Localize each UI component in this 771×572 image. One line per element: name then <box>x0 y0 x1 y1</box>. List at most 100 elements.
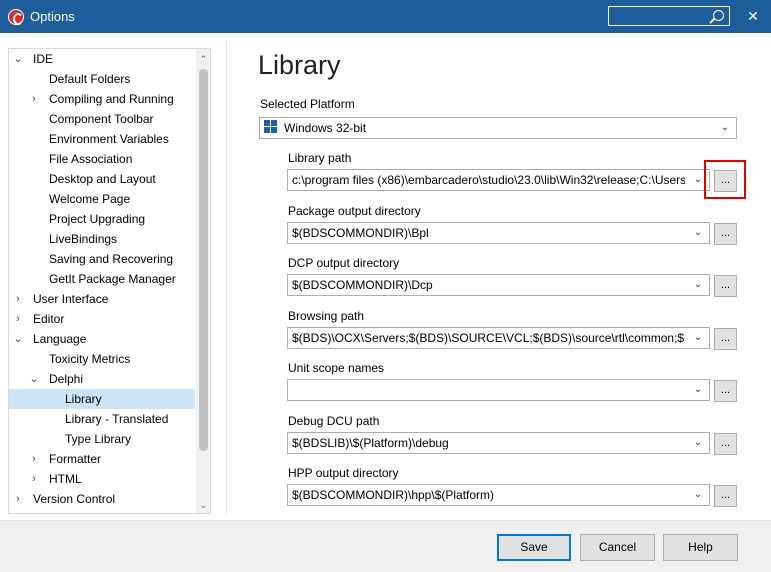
tree-item[interactable]: › User Interface <box>9 289 195 309</box>
tree-item[interactable]: ⌄ IDE <box>9 49 195 69</box>
chevron-down-icon[interactable]: ⌄ <box>13 329 23 349</box>
tree-item-label: Project Upgrading <box>49 212 146 226</box>
page-title: Library <box>258 50 341 80</box>
tree-item-label: GetIt Package Manager <box>49 272 176 286</box>
chevron-down-icon[interactable]: ⌄ <box>13 49 23 69</box>
dcp-output-directory-value[interactable]: $(BDSCOMMONDIR)\Dcp <box>292 275 685 295</box>
title-bar: Options ✕ <box>0 0 771 33</box>
tree-item[interactable]: Environment Variables <box>9 129 195 149</box>
dcp-output-directory-label: DCP output directory <box>288 256 400 270</box>
chevron-right-icon[interactable]: › <box>13 309 23 329</box>
dcp-output-directory-browse-button[interactable]: ... <box>714 275 737 297</box>
close-icon[interactable]: ✕ <box>742 5 764 27</box>
chevron-down-icon[interactable]: ⌄ <box>29 369 39 389</box>
chevron-right-icon[interactable]: › <box>13 489 23 509</box>
tree-item[interactable]: Library <box>9 389 195 409</box>
tree-item[interactable]: › Version Control <box>9 489 195 509</box>
chevron-down-icon[interactable]: ⌄ <box>691 380 705 400</box>
unit-scope-names-combo[interactable]: ⌄ <box>287 379 710 401</box>
tree-item-label: Formatter <box>49 452 102 466</box>
tree-item[interactable]: › Editor <box>9 309 195 329</box>
tree-item-label: Default Folders <box>49 72 131 86</box>
browsing-path-value[interactable]: $(BDS)\OCX\Servers;$(BDS)\SOURCE\VCL;$(B… <box>292 328 685 348</box>
tree-item[interactable]: Saving and Recovering <box>9 249 195 269</box>
chevron-down-icon[interactable]: ⌄ <box>691 327 705 348</box>
chevron-right-icon[interactable]: › <box>13 289 23 309</box>
tree-item-label: User Interface <box>33 292 109 306</box>
search-icon[interactable] <box>713 10 724 21</box>
tree-item[interactable]: › HTML <box>9 469 195 489</box>
tree-item[interactable]: Default Folders <box>9 69 195 89</box>
tree-item-label: Welcome Page <box>49 192 131 206</box>
chevron-down-icon[interactable]: ⌄ <box>691 222 705 243</box>
tree-item-label: IDE <box>33 52 54 66</box>
tree-item[interactable]: › Compiling and Running <box>9 89 195 109</box>
chevron-down-icon[interactable]: ⌄ <box>691 485 705 505</box>
tree-item[interactable]: ⌄ Language <box>9 329 195 349</box>
platform-value: Windows 32-bit <box>284 121 367 135</box>
tree-item-label: HTML <box>49 472 82 486</box>
tree-item-label: File Association <box>49 152 133 166</box>
options-search-input[interactable] <box>608 6 730 26</box>
tree-item[interactable]: File Association <box>9 149 195 169</box>
dialog-footer: Save Cancel Help <box>0 520 771 572</box>
chevron-down-icon[interactable]: ⌄ <box>691 170 705 190</box>
tree-item[interactable]: LiveBindings <box>9 229 195 249</box>
platform-select[interactable]: Windows 32-bit ⌄ <box>259 117 737 139</box>
package-output-directory-combo[interactable]: $(BDSCOMMONDIR)\Bpl ⌄ <box>287 221 710 244</box>
tree-item[interactable]: GetIt Package Manager <box>9 269 195 289</box>
cancel-button[interactable]: Cancel <box>580 534 655 561</box>
browsing-path-combo[interactable]: $(BDS)\OCX\Servers;$(BDS)\SOURCE\VCL;$(B… <box>287 326 710 349</box>
highlight-annotation <box>704 160 746 199</box>
debug-dcu-path-value[interactable]: $(BDSLIB)\$(Platform)\debug <box>292 433 685 453</box>
help-button[interactable]: Help <box>663 534 738 561</box>
library-path-value[interactable]: c:\program files (x86)\embarcadero\studi… <box>292 170 685 190</box>
dcp-output-directory-combo[interactable]: $(BDSCOMMONDIR)\Dcp ⌄ <box>287 274 710 296</box>
browsing-path-label: Browsing path <box>288 308 365 323</box>
tree-item-label: Toxicity Metrics <box>49 352 131 366</box>
tree-item-label: Library <box>65 392 102 406</box>
hpp-output-directory-value[interactable]: $(BDSCOMMONDIR)\hpp\$(Platform) <box>292 485 685 505</box>
tree-item[interactable]: Type Library <box>9 429 195 449</box>
chevron-right-icon[interactable]: › <box>29 89 39 109</box>
tree-item[interactable]: Desktop and Layout <box>9 169 195 189</box>
hpp-output-directory-browse-button[interactable]: ... <box>714 485 737 507</box>
panel-divider <box>226 40 227 515</box>
tree-item-label: LiveBindings <box>49 232 118 246</box>
unit-scope-names-label: Unit scope names <box>288 361 385 375</box>
tree-item-label: Language <box>33 332 87 346</box>
tree-item-label: Type Library <box>65 432 132 446</box>
scroll-thumb[interactable] <box>199 69 208 451</box>
chevron-down-icon[interactable]: ⌄ <box>691 275 705 295</box>
scroll-up-icon[interactable]: ⌃ <box>196 51 210 67</box>
library-path-combo[interactable]: c:\program files (x86)\embarcadero\studi… <box>287 169 710 191</box>
tree-item[interactable]: Library - Translated <box>9 409 195 429</box>
tree-item[interactable]: › Formatter <box>9 449 195 469</box>
hpp-output-directory-combo[interactable]: $(BDSCOMMONDIR)\hpp\$(Platform) ⌄ <box>287 484 710 506</box>
chevron-right-icon[interactable]: › <box>29 469 39 489</box>
tree-item-label: Editor <box>33 312 65 326</box>
tree-item-label: Saving and Recovering <box>49 252 174 266</box>
debug-dcu-path-browse-button[interactable]: ... <box>714 432 737 455</box>
library-path-label: Library path <box>288 151 352 165</box>
app-logo-icon <box>8 9 24 25</box>
package-output-directory-browse-button[interactable]: ... <box>714 222 737 245</box>
chevron-right-icon[interactable]: › <box>29 449 39 469</box>
chevron-down-icon[interactable]: ⌄ <box>691 432 705 453</box>
tree-item[interactable]: Welcome Page <box>9 189 195 209</box>
unit-scope-names-browse-button[interactable]: ... <box>714 380 737 402</box>
window-title: Options <box>30 9 75 24</box>
windows-icon <box>264 120 278 134</box>
package-output-directory-value[interactable]: $(BDSCOMMONDIR)\Bpl <box>292 223 685 243</box>
tree-item[interactable]: Component Toolbar <box>9 109 195 129</box>
tree-item-label: Environment Variables <box>49 132 169 146</box>
chevron-down-icon[interactable]: ⌄ <box>718 118 732 138</box>
save-button[interactable]: Save <box>497 534 571 561</box>
scroll-down-icon[interactable]: ⌄ <box>196 497 210 513</box>
browsing-path-browse-button[interactable]: ... <box>714 327 737 350</box>
tree-item[interactable]: Project Upgrading <box>9 209 195 229</box>
tree-scrollbar[interactable]: ⌃ ⌄ <box>196 49 210 513</box>
debug-dcu-path-combo[interactable]: $(BDSLIB)\$(Platform)\debug ⌄ <box>287 431 710 454</box>
tree-item[interactable]: Toxicity Metrics <box>9 349 195 369</box>
tree-item[interactable]: ⌄ Delphi <box>9 369 195 389</box>
